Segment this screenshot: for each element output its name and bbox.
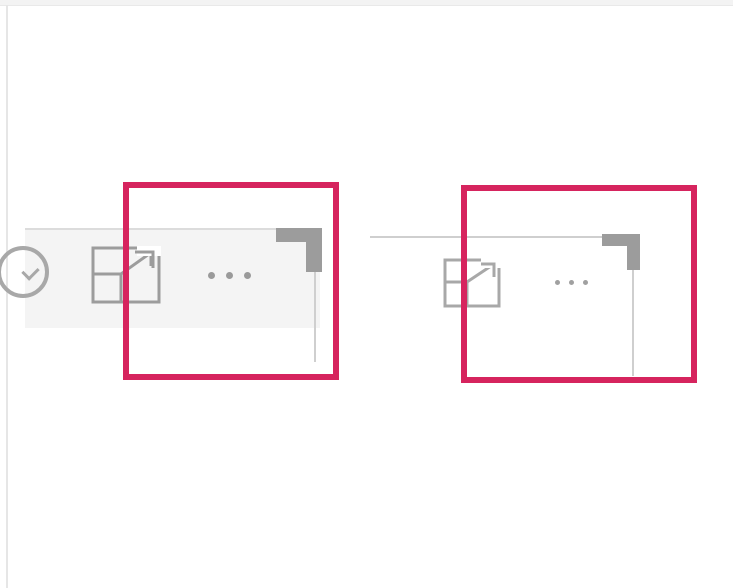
screenshot-canvas — [0, 0, 733, 588]
window-left-edge — [6, 5, 8, 588]
highlight-box-right — [461, 185, 697, 383]
window-top-edge — [0, 0, 733, 6]
partial-circle-icon[interactable] — [0, 246, 49, 298]
highlight-box-left — [123, 182, 339, 380]
